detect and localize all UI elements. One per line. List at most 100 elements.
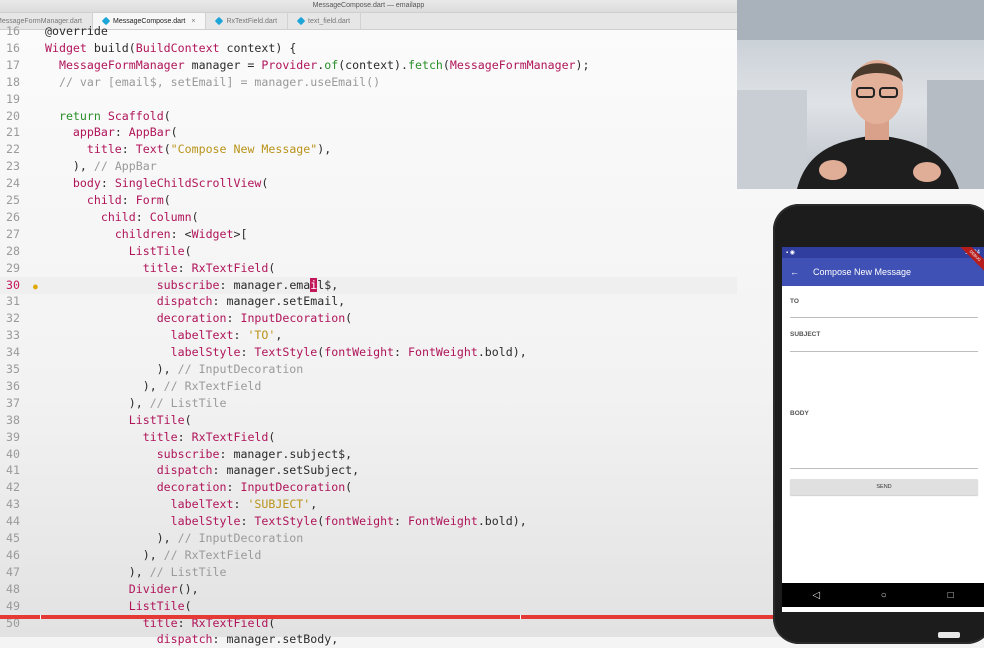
body-field[interactable]: BODY [790,352,978,469]
line-number: 42 [6,480,20,495]
code-line[interactable]: 46 ), // RxTextField [0,547,737,564]
code-text: child: Form( [86,193,171,207]
code-line[interactable]: 23 ), // AppBar [0,158,737,175]
code-line[interactable]: 21 appBar: AppBar( [0,124,737,141]
code-line[interactable]: 35 ), // InputDecoration [0,361,737,378]
code-text: // var [email$, setEmail] = manager.useE… [58,74,381,89]
line-number: 28 [6,243,20,258]
code-text: ), // AppBar [45,159,157,174]
code-text: ListTile( [128,412,192,427]
line-number: 46 [6,547,20,562]
code-text: title: RxTextField( [142,429,276,444]
code-line[interactable]: 39 title: RxTextField( [0,429,737,446]
code-text: labelText: 'SUBJECT', [170,497,318,512]
code-line[interactable]: 30 ● subscribe: manager.email$, [0,276,737,295]
line-number: 47 [6,564,20,579]
code-line[interactable]: 45 ), // InputDecoration [0,530,737,547]
line-number: 16 [6,40,20,55]
to-field[interactable]: TO [790,287,978,318]
window-title: MessageCompose.dart — emailapp [0,0,737,13]
code-line[interactable]: 36 ), // RxTextField [0,378,737,395]
code-line[interactable]: 33 labelText: 'TO', [0,327,737,344]
code-line[interactable]: 42 decoration: InputDecoration( [0,479,737,496]
line-number: 25 [6,193,20,207]
line-number: 26 [6,209,20,224]
code-line[interactable]: 43 labelText: 'SUBJECT', [0,496,737,513]
line-number: 21 [6,125,20,140]
code-text: @override [45,24,108,38]
code-text: ), // InputDecoration [45,362,304,376]
home-nav-icon[interactable]: ○ [881,590,887,601]
code-text: labelStyle: TextStyle(fontWeight: FontWe… [170,514,527,529]
webcam-video [737,0,984,189]
code-text: labelText: 'TO', [170,328,283,343]
code-line[interactable]: 38 ListTile( [0,412,737,429]
presenter-image [737,0,984,189]
progress-marker [40,615,41,619]
line-number: 48 [6,581,20,596]
code-line[interactable]: 18 // var [email$, setEmail] = manager.u… [0,74,737,91]
line-number: 19 [6,91,20,106]
progress-marker [520,615,521,619]
line-number: 37 [6,395,20,410]
to-field-label: TO [790,298,799,305]
code-line[interactable]: 16 @override [0,23,737,40]
code-text: dispatch: manager.setBody, [156,632,339,647]
line-number: 36 [6,378,20,393]
code-line[interactable]: 20 return Scaffold( [0,108,737,125]
send-button[interactable]: SEND [790,479,978,495]
line-number: 18 [6,74,20,89]
code-line[interactable]: 19 [0,91,737,108]
line-number: 49 [6,598,20,613]
back-arrow-icon[interactable]: ← [790,267,799,277]
code-line[interactable]: 31 dispatch: manager.setEmail, [0,293,737,310]
line-number: 45 [6,531,20,545]
code-text: dispatch: manager.setSubject, [156,463,360,478]
code-line[interactable]: 32 decoration: InputDecoration( [0,310,737,327]
code-line[interactable]: 34 labelStyle: TextStyle(fontWeight: Fon… [0,344,737,361]
back-nav-icon[interactable]: ◁ [812,590,820,601]
phone-app-bar: ← Compose New Message [782,258,984,286]
code-line[interactable]: 26 child: Column( [0,209,737,226]
lightbulb-icon[interactable]: ● [33,278,38,295]
android-nav-bar: ◁ ○ □ [782,583,984,607]
code-line[interactable]: 17 MessageFormManager manager = Provider… [0,57,737,74]
line-number: 20 [6,108,20,123]
android-emulator: ▪ ◉ 10:34 DEBUG ← Compose New Message TO… [773,204,984,644]
code-line[interactable]: 37 ), // ListTile [0,395,737,412]
code-line[interactable]: dispatch: manager.setBody, [0,631,737,648]
code-line[interactable]: 29 title: RxTextField( [0,260,737,277]
notification-icons: ▪ ◉ [786,250,796,256]
code-line[interactable]: 25 child: Form( [0,192,737,209]
code-text: title: RxTextField( [142,260,276,275]
code-line[interactable]: 27 children: <Widget>[ [0,226,737,243]
code-text: decoration: InputDecoration( [156,311,353,326]
code-text: appBar: AppBar( [72,125,178,140]
code-line[interactable]: 40 subscribe: manager.subject$, [0,446,737,463]
subject-field[interactable]: SUBJECT [790,318,978,352]
line-number: 32 [6,311,20,326]
code-line[interactable]: 49 ListTile( [0,598,737,615]
line-number: 30 [6,277,20,292]
code-line[interactable]: 47 ), // ListTile [0,564,737,581]
code-line[interactable]: 16 Widget build(BuildContext context) { [0,40,737,57]
code-line[interactable]: 22 title: Text("Compose New Message"), [0,141,737,158]
subject-field-label: SUBJECT [790,331,821,338]
line-number: 39 [6,429,20,444]
code-text: body: SingleChildScrollView( [72,176,269,191]
code-text: subscribe: manager.subject$, [156,446,353,461]
code-line[interactable]: 28 ListTile( [0,243,737,260]
code-line[interactable]: 24 body: SingleChildScrollView( [0,175,737,192]
code-text: ListTile( [128,598,192,613]
code-text: labelStyle: TextStyle(fontWeight: FontWe… [170,345,527,360]
code-line[interactable]: 44 labelStyle: TextStyle(fontWeight: Fon… [0,513,737,530]
code-text: Widget build(BuildContext context) { [45,40,297,55]
recents-nav-icon[interactable]: □ [948,590,954,601]
line-number: 40 [6,446,20,461]
code-text: ), // InputDecoration [45,531,304,545]
code-line[interactable]: 48 Divider(), [0,581,737,598]
code-line[interactable]: 41 dispatch: manager.setSubject, [0,462,737,479]
code-text: children: <Widget>[ [114,226,248,241]
line-number: 44 [6,514,20,529]
code-text: ListTile( [128,243,192,258]
